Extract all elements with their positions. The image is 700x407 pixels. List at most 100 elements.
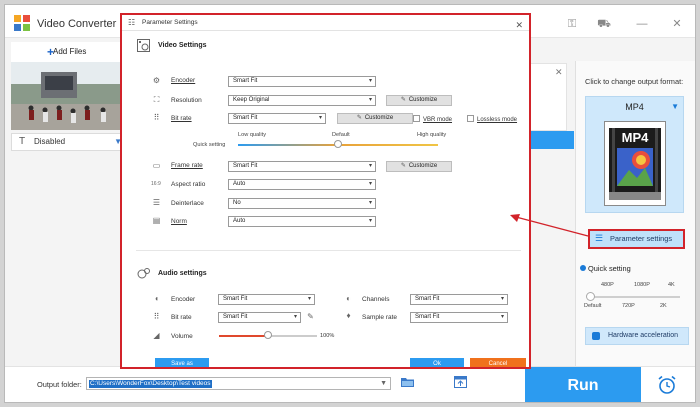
vbr-mode-box [413,115,420,122]
video-encoder-select[interactable]: Smart Fit ▾ [228,76,376,87]
quick-setting-label: Quick setting [588,264,631,273]
audio-encoder-select[interactable]: Smart Fit ▾ [218,294,315,305]
alarm-clock-icon[interactable] [657,375,677,395]
speaker-icon: ◖ [154,294,159,303]
vbr-mode-checkbox[interactable]: VBR mode [413,115,452,123]
quick-setting-handle[interactable] [586,292,595,301]
volume-fill [219,335,268,337]
output-format-panel: Click to change output format: MP4 ▼ MP4 [575,61,695,366]
dialog-close-icon[interactable]: ✕ [515,17,523,33]
chevron-down-icon: ▾ [500,314,504,320]
quick-tick-4k: 4K [668,282,675,288]
sample-rate-select[interactable]: Smart Fit ▾ [410,312,508,323]
norm-select[interactable]: Auto ▾ [228,216,376,227]
chevron-down-icon: ▼ [671,102,679,111]
chevron-down-icon: ▾ [368,200,372,206]
resolution-label: Resolution [171,97,202,104]
quick-tick-1080p: 1080P [634,282,650,288]
dialog-footer: Save as Ok Cancel [122,358,529,367]
subtitle-select[interactable]: T Disabled ▼ [11,133,127,151]
quick-setting-slider[interactable] [590,296,680,298]
deinterlace-value: No [233,200,241,206]
audio-bitrate-select[interactable]: Smart Fit ▾ [218,312,301,323]
volume-slider-handle[interactable] [264,331,272,339]
video-encoder-label[interactable]: Encoder [171,77,195,84]
parameter-settings-button[interactable]: ☰ Parameter settings [588,229,685,249]
run-button[interactable]: Run [525,367,641,402]
subtitle-select-value: Disabled [34,137,66,146]
resolution-customize-label: Customize [408,97,438,103]
video-encoder-value: Smart Fit [233,78,258,84]
lossless-mode-label: Lossless mode [477,117,518,123]
resolution-select[interactable]: Keep Original ▾ [228,95,376,106]
audio-bitrate-edit-icon[interactable]: ✎ [306,312,315,321]
app-logo-icon [14,15,30,31]
hardware-acceleration-label: Hardware acceleration [608,332,679,339]
callout-arrow [510,214,589,237]
quality-slider-handle[interactable] [334,140,342,148]
hardware-acceleration-button[interactable]: Hardware acceleration [585,327,689,345]
subtitle-icon: T [19,136,26,147]
resolution-customize-button[interactable]: ✎ Customize [386,95,452,106]
pencil-icon: ✎ [400,97,406,103]
audio-settings-heading: Audio settings [158,270,207,277]
sample-rate-value: Smart Fit [415,314,440,320]
bitrate-customize-button[interactable]: ✎ Customize [337,113,413,124]
add-files-button[interactable]: + Add Files [11,42,127,62]
frame-rate-value: Smart Fit [233,163,258,169]
volume-label: Volume [171,333,193,340]
chevron-down-icon: ▾ [500,296,504,302]
video-thumbnail[interactable] [11,62,127,130]
deinterlace-label: Deinterlace [171,200,204,207]
pencil-icon: ✎ [356,115,362,121]
deinterlace-select[interactable]: No ▾ [228,198,376,209]
key-icon[interactable]: ⚿ [565,17,579,31]
high-quality-label: High quality [417,132,447,138]
default-quality-label: Default [332,132,350,138]
output-folder-path: C:\Users\WonderFox\Desktop\Test videos [89,380,212,388]
sliders-icon: ☰ [595,233,604,243]
quick-tick-2k: 2K [660,303,667,309]
remove-file-icon[interactable]: ✕ [555,67,563,78]
bitrate-customize-label: Customize [364,115,394,121]
aspect-ratio-value: Auto [233,181,246,187]
chevron-down-icon[interactable]: ▼ [380,380,387,387]
open-folder-icon[interactable] [454,376,467,388]
cancel-button[interactable]: Cancel [470,358,526,367]
low-quality-label: Low quality [238,132,266,138]
ok-button[interactable]: Ok [410,358,464,367]
audio-bitrate-label: Bit rate [171,314,192,321]
aspect-ratio-label: Aspect ratio [171,181,206,188]
lossless-mode-checkbox[interactable]: Lossless mode [467,115,517,123]
output-folder-field[interactable]: C:\Users\WonderFox\Desktop\Test videos ▼ [86,377,391,390]
channels-select[interactable]: Smart Fit ▾ [410,294,508,305]
chip-icon [592,332,600,340]
audio-encoder-value: Smart Fit [223,296,248,302]
dialog-title: Parameter Settings [142,19,198,26]
app-title: Video Converter [37,18,117,30]
quick-tick-720p: 720P [622,303,635,309]
cart-icon[interactable]: ⛟ [597,17,611,31]
frame-rate-label[interactable]: Frame rate [171,162,203,169]
volume-value: 100% [320,333,335,339]
audio-encoder-label: Encoder [171,296,196,303]
output-format-card[interactable]: MP4 ▼ MP4 [585,96,684,213]
close-icon[interactable]: ✕ [670,17,684,31]
lossless-mode-box [467,115,474,122]
aspect-ratio-select[interactable]: Auto ▾ [228,179,376,190]
browse-folder-icon[interactable] [401,376,414,387]
channels-label: Channels [362,296,390,303]
norm-label[interactable]: Norm [171,218,187,225]
video-bitrate-label[interactable]: Bit rate [171,115,192,122]
minimize-icon[interactable]: — [635,17,649,31]
chevron-down-icon: ▾ [368,78,372,84]
resolution-value: Keep Original [233,97,270,103]
audio-bitrate-value: Smart Fit [223,314,248,320]
save-as-button[interactable]: Save as [155,358,209,367]
frame-rate-icon: ▭ [152,161,161,170]
video-bitrate-select[interactable]: Smart Fit ▾ [228,113,326,124]
settings-icon: ☷ [128,18,136,27]
frame-rate-select[interactable]: Smart Fit ▾ [228,161,376,172]
frame-rate-customize-button[interactable]: ✎ Customize [386,161,452,172]
quick-tick-480p: 480P [601,282,614,288]
